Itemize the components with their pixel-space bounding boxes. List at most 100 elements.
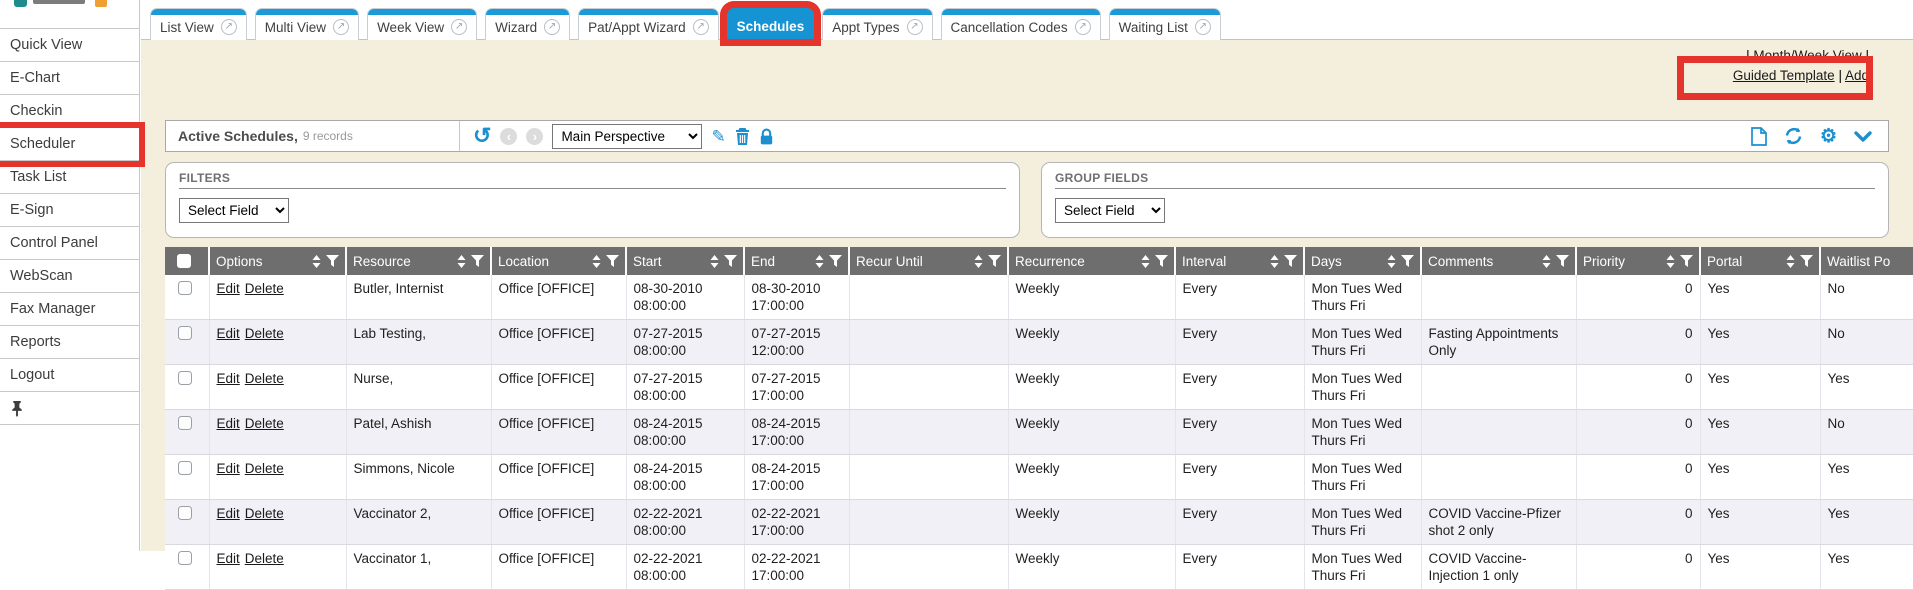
add-link[interactable]: Add [1845, 68, 1869, 83]
col-header-days[interactable]: Days [1304, 247, 1421, 275]
edit-link[interactable]: Edit [217, 281, 240, 296]
sidebar-item-logout[interactable]: Logout [0, 359, 139, 392]
edit-link[interactable]: Edit [217, 326, 240, 341]
tab-schedules[interactable]: Schedules [727, 8, 815, 39]
row-checkbox[interactable] [178, 506, 192, 520]
tab-wizard[interactable]: Wizard↗ [485, 8, 570, 40]
row-checkbox[interactable] [178, 461, 192, 475]
col-header-comments[interactable]: Comments [1421, 247, 1576, 275]
edit-link[interactable]: Edit [217, 506, 240, 521]
col-header-recur_until[interactable]: Recur Until [849, 247, 1008, 275]
open-new-icon[interactable]: ↗ [451, 19, 467, 35]
trash-icon[interactable] [735, 128, 750, 145]
filter-funnel-icon[interactable] [1680, 255, 1693, 267]
sort-icon[interactable] [592, 255, 601, 268]
col-header-priority[interactable]: Priority [1576, 247, 1700, 275]
col-header-waitlist_portal[interactable]: Waitlist Po [1820, 247, 1913, 275]
row-checkbox[interactable] [178, 416, 192, 430]
perspective-select[interactable]: Main Perspective [552, 124, 702, 149]
open-new-icon[interactable]: ↗ [693, 19, 709, 35]
delete-link[interactable]: Delete [245, 281, 284, 296]
sidebar-item-scheduler[interactable]: Scheduler [0, 128, 139, 161]
col-header-recurrence[interactable]: Recurrence [1008, 247, 1175, 275]
col-header-interval[interactable]: Interval [1175, 247, 1304, 275]
open-new-icon[interactable]: ↗ [907, 19, 923, 35]
filter-funnel-icon[interactable] [829, 255, 842, 267]
sidebar-item-e-sign[interactable]: E-Sign [0, 194, 139, 227]
sort-icon[interactable] [1786, 255, 1795, 268]
sidebar-item-checkin[interactable]: Checkin [0, 95, 139, 128]
sort-icon[interactable] [974, 255, 983, 268]
pin-sidebar-button[interactable] [0, 392, 139, 425]
prev-icon[interactable]: ‹ [500, 128, 517, 145]
sort-icon[interactable] [1270, 255, 1279, 268]
group-fields-select-field[interactable]: Select Field [1055, 198, 1165, 223]
new-document-icon[interactable] [1751, 127, 1767, 146]
open-new-icon[interactable]: ↗ [1195, 19, 1211, 35]
gear-icon[interactable]: ⚙ [1820, 127, 1837, 146]
tab-multi-view[interactable]: Multi View↗ [255, 8, 359, 40]
row-checkbox[interactable] [178, 326, 192, 340]
filter-funnel-icon[interactable] [326, 255, 339, 267]
edit-link[interactable]: Edit [217, 371, 240, 386]
chevron-down-icon[interactable] [1854, 131, 1872, 142]
filter-funnel-icon[interactable] [1556, 255, 1569, 267]
col-header-options[interactable]: Options [209, 247, 346, 275]
col-header-location[interactable]: Location [491, 247, 626, 275]
sort-icon[interactable] [1542, 255, 1551, 268]
lock-icon[interactable] [759, 128, 774, 145]
col-header-select[interactable] [165, 247, 209, 275]
refresh-icon[interactable] [1784, 127, 1803, 145]
select-all-checkbox[interactable] [177, 254, 191, 268]
sort-icon[interactable] [815, 255, 824, 268]
sidebar-item-control-panel[interactable]: Control Panel [0, 227, 139, 260]
delete-link[interactable]: Delete [245, 551, 284, 566]
tab-cancellation-codes[interactable]: Cancellation Codes↗ [941, 8, 1101, 40]
filter-funnel-icon[interactable] [471, 255, 484, 267]
delete-link[interactable]: Delete [245, 326, 284, 341]
filter-funnel-icon[interactable] [988, 255, 1001, 267]
sort-icon[interactable] [1387, 255, 1396, 268]
row-checkbox[interactable] [178, 551, 192, 565]
open-new-icon[interactable]: ↗ [544, 19, 560, 35]
open-new-icon[interactable]: ↗ [221, 19, 237, 35]
sidebar-item-e-chart[interactable]: E-Chart [0, 62, 139, 95]
filter-funnel-icon[interactable] [1800, 255, 1813, 267]
tab-list-view[interactable]: List View↗ [150, 8, 247, 40]
col-header-end[interactable]: End [744, 247, 849, 275]
delete-link[interactable]: Delete [245, 506, 284, 521]
open-new-icon[interactable]: ↗ [333, 19, 349, 35]
filter-funnel-icon[interactable] [606, 255, 619, 267]
sort-icon[interactable] [312, 255, 321, 268]
guided-template-link[interactable]: Guided Template [1733, 68, 1835, 83]
delete-link[interactable]: Delete [245, 461, 284, 476]
tab-week-view[interactable]: Week View↗ [367, 8, 477, 40]
filter-funnel-icon[interactable] [1155, 255, 1168, 267]
sidebar-item-quick-view[interactable]: Quick View [0, 29, 139, 62]
sort-icon[interactable] [1141, 255, 1150, 268]
filters-select-field[interactable]: Select Field [179, 198, 289, 223]
sidebar-item-task-list[interactable]: Task List [0, 161, 139, 194]
col-header-resource[interactable]: Resource [346, 247, 491, 275]
row-checkbox[interactable] [178, 281, 192, 295]
tab-waiting-list[interactable]: Waiting List↗ [1109, 8, 1221, 40]
sort-icon[interactable] [457, 255, 466, 268]
edit-link[interactable]: Edit [217, 551, 240, 566]
undo-icon[interactable]: ↺ [473, 125, 491, 147]
filter-funnel-icon[interactable] [1401, 255, 1414, 267]
edit-link[interactable]: Edit [217, 461, 240, 476]
month-week-view-link[interactable]: Month/Week View [1753, 48, 1861, 63]
tab-appt-types[interactable]: Appt Types↗ [822, 8, 932, 40]
next-icon[interactable]: › [526, 128, 543, 145]
sidebar-item-fax-manager[interactable]: Fax Manager [0, 293, 139, 326]
sort-icon[interactable] [710, 255, 719, 268]
edit-pencil-icon[interactable]: ✎ [711, 128, 725, 145]
sidebar-item-reports[interactable]: Reports [0, 326, 139, 359]
col-header-start[interactable]: Start [626, 247, 744, 275]
sidebar-item-webscan[interactable]: WebScan [0, 260, 139, 293]
open-new-icon[interactable]: ↗ [1075, 19, 1091, 35]
edit-link[interactable]: Edit [217, 416, 240, 431]
tab-pat-appt-wizard[interactable]: Pat/Appt Wizard↗ [578, 8, 719, 40]
delete-link[interactable]: Delete [245, 371, 284, 386]
col-header-portal[interactable]: Portal [1700, 247, 1820, 275]
